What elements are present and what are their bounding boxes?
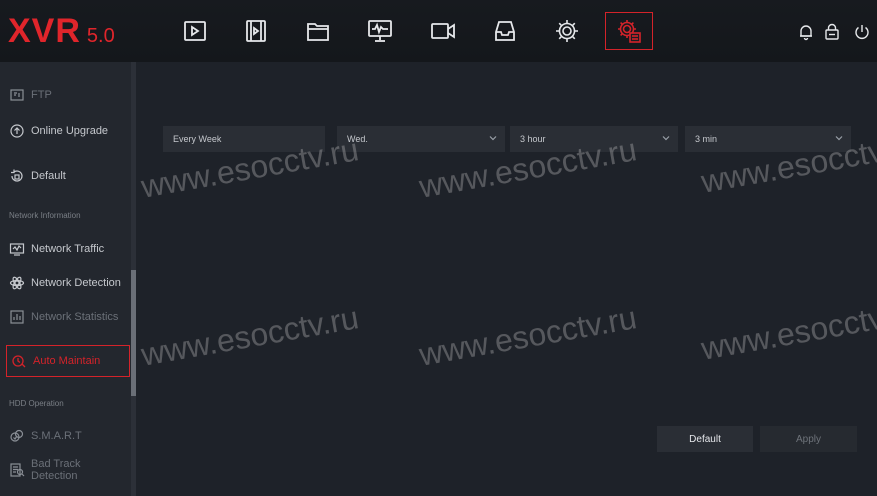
frequency-select[interactable]: Every Week [163,126,325,152]
logo-version: 5.0 [86,25,115,47]
sidebar-item-auto-maintain[interactable]: Auto Maintain [6,345,130,377]
smart-icon [9,428,25,444]
chevron-down-icon [662,134,670,142]
sidebar-item-smart[interactable]: S.M.A.R.T [0,419,128,453]
minute-value: 3 min [695,134,718,144]
logo-brand: XVR [8,12,81,50]
system-settings-icon[interactable] [605,12,653,50]
chevron-down-icon [489,134,497,142]
sidebar-item-network-statistics[interactable]: Network Statistics [0,300,128,334]
section-hdd-operation: HDD Operation [9,399,64,408]
camera-icon[interactable] [428,16,458,46]
ftp-icon [9,87,25,103]
sidebar-item-label: Network Traffic [31,243,105,255]
day-select[interactable]: Wed. [337,126,505,152]
sidebar-item-network-detection[interactable]: Network Detection [0,266,128,300]
sidebar-item-label: Default [31,170,66,182]
auto-maintain-icon [11,353,27,369]
folder-icon[interactable] [303,16,333,46]
storage-icon[interactable] [490,16,520,46]
sidebar-item-network-traffic[interactable]: Network Traffic [0,232,128,266]
sidebar-item-online-upgrade[interactable]: Online Upgrade [0,114,128,148]
monitor-icon[interactable] [365,16,395,46]
sidebar-item-label: S.M.A.R.T [31,430,82,442]
upgrade-icon [9,123,25,139]
default-button[interactable]: Default [657,426,753,452]
xvr-logo: XVR 5.0 [8,12,115,51]
lock-icon[interactable] [823,23,841,41]
default-icon [9,168,25,184]
sidebar-item-label: Network Detection [31,277,121,289]
sidebar-item-label: FTP [31,89,52,101]
sidebar-item-default[interactable]: Default [0,159,128,193]
top-navigation-bar: XVR 5.0 [0,0,877,62]
sidebar-item-label: Online Upgrade [31,125,109,137]
bad-track-icon [9,462,25,478]
network-traffic-icon [9,241,25,257]
network-detection-icon [9,275,25,291]
section-network-information: Network Information [9,211,81,220]
apply-button[interactable]: Apply [760,426,857,452]
power-icon[interactable] [853,23,871,41]
day-value: Wed. [347,134,368,144]
video-clip-icon[interactable] [241,16,271,46]
sidebar-item-bad-track-detection[interactable]: Bad Track Detection [0,453,128,487]
sidebar-item-label: Bad Track Detection [31,458,81,482]
sidebar-item-label: Auto Maintain [33,355,101,367]
frequency-value: Every Week [173,134,222,144]
network-statistics-icon [9,309,25,325]
hour-select[interactable]: 3 hour [510,126,678,152]
hour-value: 3 hour [520,134,546,144]
sidebar-item-ftp[interactable]: FTP [0,78,128,112]
playback-icon[interactable] [180,16,210,46]
minute-select[interactable]: 3 min [685,126,851,152]
gear-icon[interactable] [552,16,582,46]
bell-icon[interactable] [797,23,815,41]
sidebar-item-label: Network Statistics [31,311,119,323]
chevron-down-icon [835,134,843,142]
